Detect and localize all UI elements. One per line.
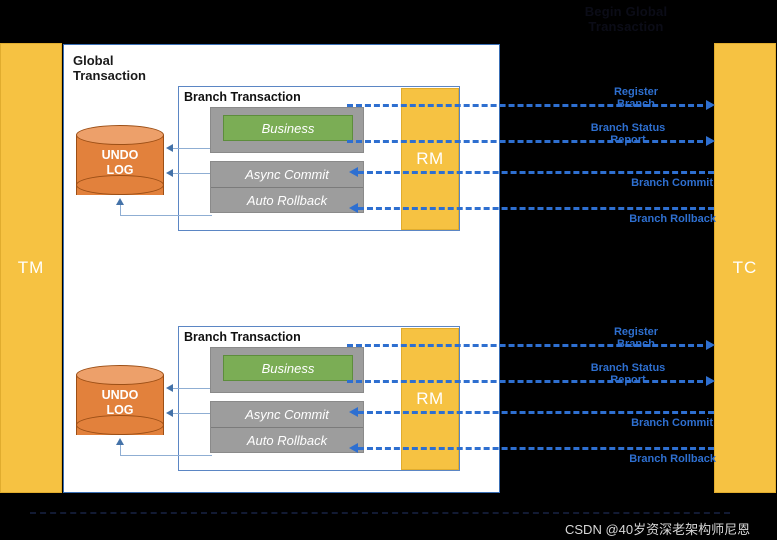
undo-log-label: UNDO LOG [101,148,139,177]
cylinder-top-ellipse [76,125,164,145]
tm-label: TM [17,258,45,277]
message-line-branch-commit-2 [358,411,714,414]
connector-autorollback-to-undolog-2 [120,455,212,456]
business-box: Business [223,115,353,141]
undo-log-cylinder-1: UNDO LOG [76,125,164,204]
auto-rollback-box: Auto Rollback [211,187,363,212]
undo-log-label: UNDO LOG [101,388,139,417]
message-label-branch-rollback-1: Branch Rollback [629,213,716,225]
message-label-branch-rollback-2: Branch Rollback [629,453,716,465]
commit-rollback-stack: Async Commit Auto Rollback [210,161,364,213]
cylinder-bottom-ellipse [76,415,164,435]
message-arrow-register-branch-2 [706,340,715,350]
message-arrow-branch-rollback-1 [349,203,358,213]
undo-log-cylinder-2: UNDO LOG [76,365,164,444]
connector-autorollback-to-undolog-1 [120,215,212,216]
connector-arrow-2a [166,384,173,392]
message-arrow-branch-status-report-1 [706,136,715,146]
message-arrow-branch-rollback-2 [349,443,358,453]
message-line-branch-commit-1 [358,171,714,174]
tc-label: TC [732,258,758,277]
message-label-branch-status-report-2: Branch Status Report [590,362,666,386]
bottom-dashed-separator [30,512,730,514]
message-label-register-branch-2: Register Branch [613,326,659,350]
tm-bar: TM [0,43,62,493]
connector-vert-1 [120,205,121,216]
message-label-branch-commit-1: Branch Commit [631,177,713,189]
message-label-register-branch-1: Register Branch [613,86,659,110]
business-box: Business [223,355,353,381]
rm-label: RM [416,149,444,168]
async-commit-box: Async Commit [211,402,363,427]
message-arrow-branch-commit-1 [349,167,358,177]
async-commit-box: Async Commit [211,162,363,187]
auto-rollback-box: Auto Rollback [211,427,363,452]
connector-asynccommit-to-undolog-1 [172,173,210,174]
tc-bar: TC [714,43,776,493]
commit-rollback-stack: Async Commit Auto Rollback [210,401,364,453]
global-transaction-label: Global Transaction [73,53,146,83]
message-line-branch-rollback-2 [358,447,714,450]
connector-arrow-1b [166,169,173,177]
branch-transaction-title: Branch Transaction [184,90,301,104]
cylinder-bottom-ellipse [76,175,164,195]
message-label-branch-commit-2: Branch Commit [631,417,713,429]
rm-label: RM [416,389,444,408]
business-container: Business [210,107,364,153]
connector-asynccommit-to-undolog-2 [172,413,210,414]
message-arrow-branch-status-report-2 [706,376,715,386]
connector-arrow-1c [116,198,124,205]
connector-business-to-undolog-1 [172,148,210,149]
cylinder-top-ellipse [76,365,164,385]
connector-business-to-undolog-2 [172,388,210,389]
message-line-branch-rollback-1 [358,207,714,210]
connector-vert-2 [120,445,121,456]
message-label-branch-status-report-1: Branch Status Report [590,122,666,146]
connector-arrow-2b [166,409,173,417]
watermark-text: CSDN @40岁资深老架构师尼恩 [565,522,751,537]
message-arrow-branch-commit-2 [349,407,358,417]
business-container: Business [210,347,364,393]
diagram-top-title: Begin Global Transaction [584,4,668,34]
branch-transaction-title: Branch Transaction [184,330,301,344]
message-arrow-register-branch-1 [706,100,715,110]
connector-arrow-2c [116,438,124,445]
diagram-canvas: Begin Global Transaction TM TC Global Tr… [0,0,777,540]
connector-arrow-1a [166,144,173,152]
